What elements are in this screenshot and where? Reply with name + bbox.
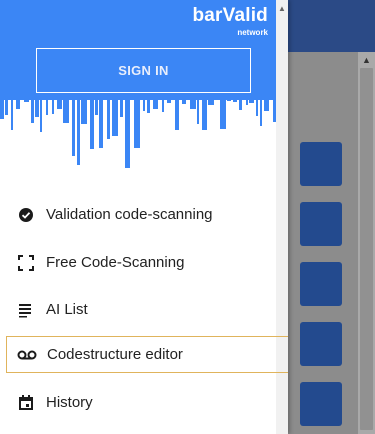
scan-frame-icon bbox=[6, 254, 46, 272]
menu-item-label: Codestructure editor bbox=[47, 346, 183, 363]
drawer-scroll-up-icon[interactable]: ▲ bbox=[276, 4, 288, 13]
menu-item-validation-code-scanning[interactable]: Validation code-scanning bbox=[6, 196, 288, 233]
voicemail-icon bbox=[7, 349, 47, 361]
menu-item-ai-list[interactable]: AI List bbox=[6, 291, 288, 328]
menu-item-label: Validation code-scanning bbox=[46, 206, 213, 223]
background-card bbox=[300, 202, 342, 246]
sign-in-button[interactable]: SIGN IN bbox=[36, 48, 251, 93]
brand-subtitle: network bbox=[237, 28, 268, 37]
page-scrollbar[interactable]: ▲ bbox=[358, 52, 375, 434]
brand-logo: barValid bbox=[192, 5, 268, 26]
background-card bbox=[300, 142, 342, 186]
background-card bbox=[300, 382, 342, 426]
background-card bbox=[300, 322, 342, 366]
scroll-up-arrow-icon[interactable]: ▲ bbox=[358, 54, 375, 66]
menu-item-label: AI List bbox=[46, 301, 88, 318]
navigation-drawer: barValid network SIGN IN ▲ Validation co… bbox=[0, 0, 288, 434]
drawer-header: barValid network SIGN IN bbox=[0, 0, 276, 172]
menu-item-label: History bbox=[46, 394, 93, 411]
check-circle-icon bbox=[6, 206, 46, 224]
menu-item-codestructure-editor[interactable]: Codestructure editor bbox=[6, 336, 288, 373]
list-icon bbox=[6, 301, 46, 319]
menu-item-label: Free Code-Scanning bbox=[46, 254, 185, 271]
calendar-icon bbox=[6, 394, 46, 412]
menu-item-history[interactable]: History bbox=[6, 384, 288, 421]
menu-item-free-code-scanning[interactable]: Free Code-Scanning bbox=[6, 244, 288, 281]
scroll-thumb[interactable] bbox=[360, 68, 373, 430]
background-card bbox=[300, 262, 342, 306]
